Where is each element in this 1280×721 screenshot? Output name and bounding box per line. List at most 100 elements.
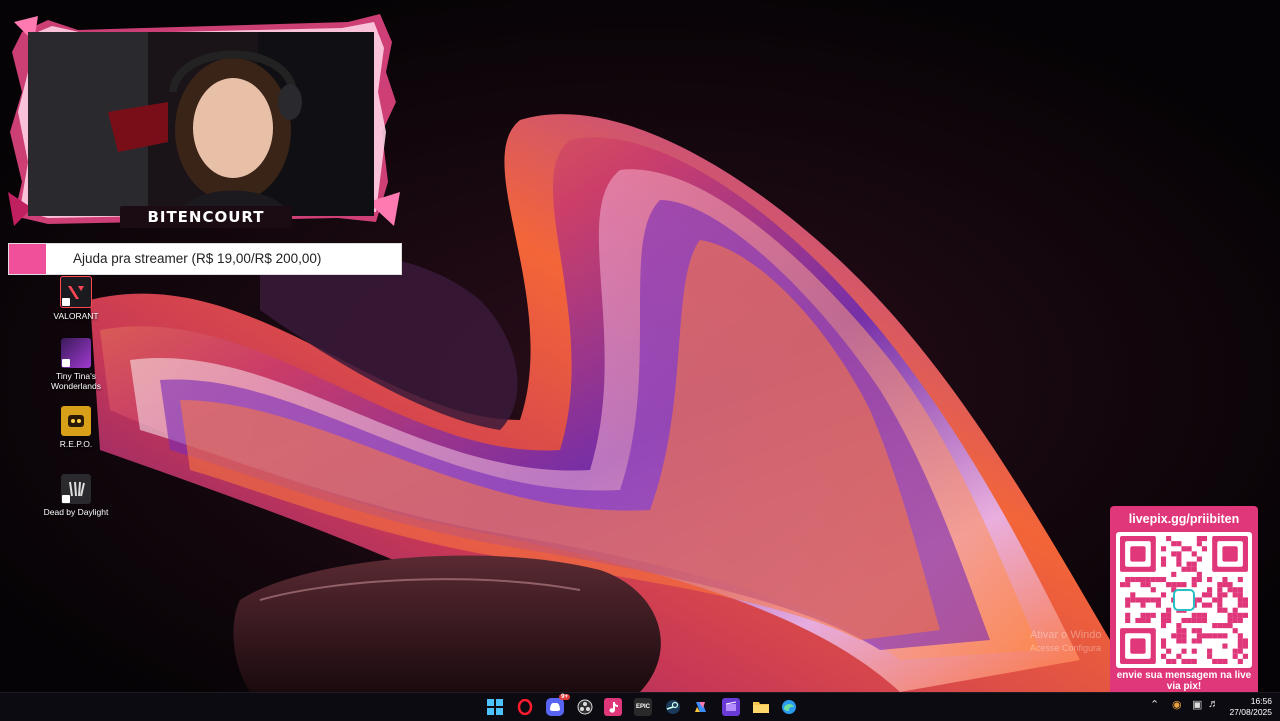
qr-module: [1150, 597, 1156, 603]
qr-module: [1222, 582, 1228, 588]
clipchamp-icon[interactable]: [722, 698, 740, 716]
qr-module: [1232, 587, 1238, 593]
qr-module: [1166, 607, 1172, 613]
qr-module: [1155, 597, 1161, 603]
obs-icon[interactable]: [576, 698, 594, 716]
qr-module: [1196, 576, 1202, 583]
edge-icon[interactable]: [780, 698, 798, 716]
qr-module: [1176, 633, 1182, 639]
discord-icon[interactable]: 9+: [546, 694, 570, 716]
qr-module: [1150, 587, 1156, 593]
qr-module: [1140, 597, 1146, 603]
desktop-icon-valorant[interactable]: VALORANT: [41, 276, 111, 321]
show-hidden-icons-chevron-icon[interactable]: ⌃: [1150, 698, 1159, 711]
qr-module: [1232, 607, 1238, 613]
qr-module: [1140, 602, 1146, 608]
tiktok-icon[interactable]: [604, 698, 622, 716]
file-explorer-icon[interactable]: [752, 698, 770, 716]
qr-module: [1160, 643, 1167, 649]
qr-module: [1207, 602, 1213, 608]
qr-module: [1191, 617, 1197, 624]
qr-module: [1145, 617, 1151, 624]
desktop-icon-label: Dead by Daylight: [43, 507, 109, 517]
copilot-icon[interactable]: [692, 698, 710, 716]
qr-module: [1150, 576, 1156, 583]
qr-module: [1150, 612, 1156, 618]
qr-module: [1181, 546, 1187, 552]
qr-module: [1237, 648, 1243, 654]
qr-module: [1217, 633, 1223, 639]
qr-module: [1242, 597, 1248, 603]
qr-module: [1212, 658, 1218, 664]
microphone-icon[interactable]: ◉: [1172, 698, 1182, 711]
qr-module: [1171, 551, 1177, 557]
desktop-icon-repo[interactable]: R.E.P.O.: [41, 406, 111, 449]
qr-module: [1237, 638, 1243, 644]
system-clock[interactable]: 16:56 27/08/2025: [1229, 696, 1272, 718]
qr-module: [1145, 576, 1151, 583]
qr-module: [1217, 592, 1223, 598]
qr-module: [1176, 623, 1182, 629]
windows-start-icon[interactable]: [486, 698, 504, 716]
tiny-tinas-wonderlands-icon: [61, 338, 91, 368]
qr-module: [1125, 612, 1131, 618]
qr-finder: [1130, 546, 1146, 562]
qr-module: [1191, 551, 1197, 557]
qr-module: [1196, 571, 1202, 577]
qr-module: [1237, 633, 1243, 639]
qr-module: [1237, 602, 1243, 608]
livepix-message: envie sua mensagem na live via pix!: [1116, 670, 1252, 692]
qr-module: [1222, 623, 1228, 629]
qr-module: [1196, 638, 1202, 644]
qr-module: [1160, 592, 1167, 598]
qr-module: [1171, 633, 1177, 639]
opera-icon[interactable]: [516, 698, 534, 716]
qr-module: [1222, 607, 1228, 613]
qr-module: [1217, 623, 1223, 629]
qr-module: [1222, 658, 1228, 664]
qr-module: [1196, 612, 1202, 618]
qr-module: [1196, 556, 1202, 562]
qr-module: [1237, 617, 1243, 624]
qr-module: [1196, 541, 1202, 547]
qr-module: [1176, 582, 1182, 588]
repo-icon: [61, 406, 91, 436]
qr-module: [1135, 617, 1141, 624]
steam-icon[interactable]: [664, 698, 682, 716]
activation-title: Ativar o Windo: [1030, 629, 1102, 641]
qr-module: [1160, 653, 1167, 659]
qr-module: [1166, 582, 1172, 588]
desktop-icon-tiny-tinas-wonderlands[interactable]: Tiny Tina's Wonderlands: [41, 338, 111, 391]
qr-module: [1145, 582, 1151, 588]
network-icon[interactable]: ▣: [1192, 698, 1202, 711]
qr-module: [1242, 643, 1248, 649]
qr-module: [1160, 617, 1167, 624]
desktop-icon-dead-by-daylight[interactable]: Dead by Daylight: [41, 474, 111, 517]
qr-module: [1207, 576, 1213, 583]
qr-module: [1196, 597, 1202, 603]
qr-module: [1125, 582, 1131, 588]
qr-module: [1171, 571, 1177, 577]
qr-module: [1160, 546, 1167, 552]
qr-module: [1171, 582, 1177, 588]
qr-module: [1227, 623, 1233, 629]
epic-games-icon[interactable]: EPIC: [634, 698, 652, 716]
qr-module: [1191, 582, 1197, 588]
volume-icon[interactable]: ♬: [1208, 698, 1219, 710]
qr-module: [1125, 602, 1131, 608]
qr-module: [1155, 576, 1161, 583]
qr-module: [1201, 546, 1208, 552]
qr-module: [1191, 576, 1197, 583]
qr-module: [1186, 546, 1192, 552]
qr-module: [1160, 623, 1167, 629]
valorant-icon: [60, 276, 92, 308]
qr-module: [1130, 597, 1136, 603]
qr-module: [1176, 541, 1182, 547]
qr-module: [1135, 576, 1141, 583]
qr-module: [1201, 602, 1208, 608]
qr-module: [1191, 561, 1197, 567]
qr-module: [1201, 612, 1208, 618]
qr-module: [1237, 576, 1243, 583]
qr-module: [1186, 566, 1192, 572]
qr-module: [1212, 623, 1218, 629]
